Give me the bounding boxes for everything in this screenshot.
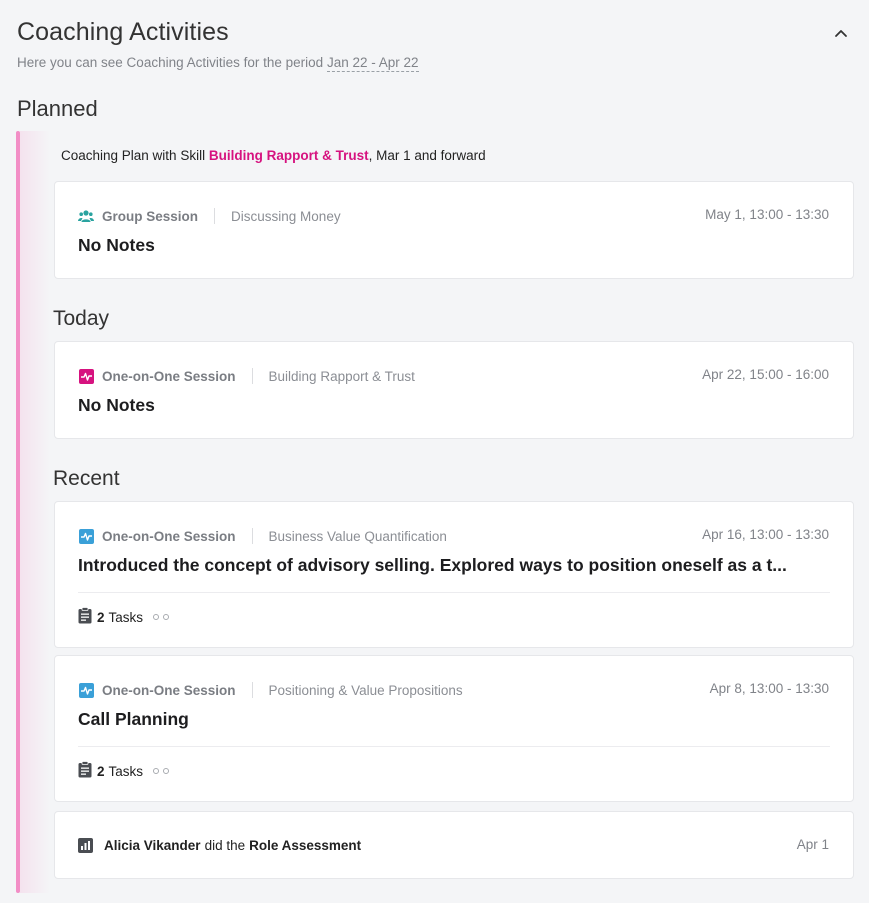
divider bbox=[251, 682, 253, 698]
page-title: Coaching Activities bbox=[17, 18, 229, 46]
task-dot bbox=[153, 614, 160, 620]
pulse-icon bbox=[78, 368, 94, 384]
pulse-icon bbox=[78, 682, 94, 698]
session-date: Apr 22, 15:00 - 16:00 bbox=[702, 367, 829, 382]
session-type: Group Session bbox=[102, 208, 199, 224]
divider bbox=[251, 528, 253, 544]
page-subtitle: Here you can see Coaching Activities for… bbox=[17, 55, 857, 72]
assessment-date: Apr 1 bbox=[796, 837, 829, 852]
task-dot bbox=[163, 768, 170, 774]
bar-chart-icon bbox=[78, 838, 93, 853]
card-divider bbox=[78, 592, 830, 593]
clipboard-icon bbox=[78, 607, 92, 627]
activity-card-recent[interactable]: One-on-One Session Positioning & Value P… bbox=[54, 655, 854, 802]
pulse-icon bbox=[78, 528, 94, 544]
subtitle-text: Here you can see Coaching Activities for… bbox=[17, 55, 324, 70]
session-notes: Introduced the concept of advisory selli… bbox=[78, 555, 787, 575]
task-status-dots bbox=[149, 768, 170, 774]
activity-card-recent[interactable]: One-on-One Session Business Value Quanti… bbox=[54, 501, 854, 648]
tasks-count: 2 bbox=[97, 609, 105, 625]
plan-suffix: , Mar 1 and forward bbox=[368, 148, 486, 163]
tasks-summary[interactable]: 2 Tasks bbox=[78, 761, 170, 781]
session-date: Apr 8, 13:00 - 13:30 bbox=[709, 681, 829, 696]
session-skill: Positioning & Value Propositions bbox=[268, 682, 463, 698]
session-date: May 1, 13:00 - 13:30 bbox=[705, 207, 829, 222]
today-heading: Today bbox=[53, 307, 110, 330]
card-meta: One-on-One Session Business Value Quanti… bbox=[78, 528, 447, 544]
assessment-person: Alicia Vikander bbox=[104, 838, 201, 853]
session-notes: No Notes bbox=[78, 235, 155, 255]
activity-card-planned[interactable]: Group Session Discussing Money May 1, 13… bbox=[54, 181, 854, 279]
session-type: One-on-One Session bbox=[102, 528, 236, 544]
session-notes: Call Planning bbox=[78, 709, 189, 729]
session-type: One-on-One Session bbox=[102, 368, 236, 384]
session-skill: Building Rapport & Trust bbox=[268, 368, 415, 384]
group-icon bbox=[78, 208, 94, 224]
session-type: One-on-One Session bbox=[102, 682, 236, 698]
tasks-label: Tasks bbox=[108, 609, 144, 625]
task-dot bbox=[163, 614, 170, 620]
divider bbox=[251, 368, 253, 384]
collapse-button[interactable] bbox=[831, 24, 851, 44]
session-notes: No Notes bbox=[78, 395, 155, 415]
tasks-label: Tasks bbox=[108, 763, 144, 779]
session-skill: Business Value Quantification bbox=[268, 528, 447, 544]
card-meta: One-on-One Session Positioning & Value P… bbox=[78, 682, 463, 698]
session-date: Apr 16, 13:00 - 13:30 bbox=[702, 527, 829, 542]
coaching-plan-line: Coaching Plan with Skill Building Rappor… bbox=[61, 148, 486, 163]
plan-prefix: Coaching Plan with Skill bbox=[61, 148, 206, 163]
activity-card-today[interactable]: One-on-One Session Building Rapport & Tr… bbox=[54, 341, 854, 439]
assessment-card[interactable]: Alicia Vikander did the Role Assessment … bbox=[54, 811, 854, 879]
assessment-line: Alicia Vikander did the Role Assessment bbox=[78, 838, 361, 853]
chevron-up-icon bbox=[835, 30, 847, 37]
card-meta: Group Session Discussing Money bbox=[78, 208, 341, 224]
session-skill: Discussing Money bbox=[231, 208, 341, 224]
task-dot bbox=[153, 768, 160, 774]
period-selector[interactable]: Jan 22 - Apr 22 bbox=[326, 55, 419, 72]
page-header: Coaching Activities Here you can see Coa… bbox=[17, 18, 857, 72]
clipboard-icon bbox=[78, 761, 92, 781]
task-status-dots bbox=[149, 614, 170, 620]
timeline-bar bbox=[16, 131, 20, 893]
tasks-summary[interactable]: 2 Tasks bbox=[78, 607, 170, 627]
divider bbox=[214, 208, 216, 224]
recent-heading: Recent bbox=[53, 467, 120, 490]
timeline-glow bbox=[20, 131, 50, 893]
plan-skill-link[interactable]: Building Rapport & Trust bbox=[209, 148, 369, 163]
card-meta: One-on-One Session Building Rapport & Tr… bbox=[78, 368, 415, 384]
card-divider bbox=[78, 746, 830, 747]
assessment-verb: did the bbox=[204, 838, 246, 853]
tasks-count: 2 bbox=[97, 763, 105, 779]
planned-heading: Planned bbox=[17, 96, 98, 121]
assessment-item: Role Assessment bbox=[249, 838, 362, 853]
